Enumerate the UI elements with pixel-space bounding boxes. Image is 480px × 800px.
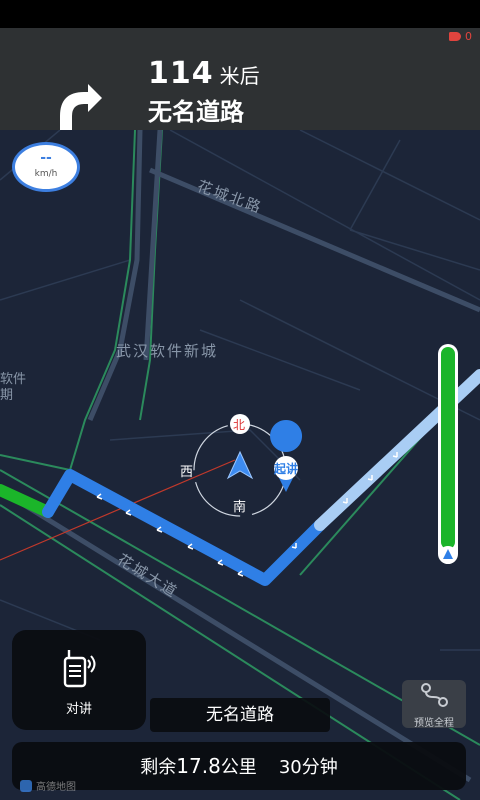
distance-value: 114: [148, 56, 214, 91]
preview-route-button[interactable]: 预览全程: [402, 680, 466, 729]
remaining-prefix: 剩余: [140, 757, 177, 778]
trip-summary-bar[interactable]: 剩余 17.8 公里 30分钟: [12, 742, 466, 790]
alert-indicator[interactable]: 0: [449, 30, 472, 43]
brand-watermark: 高德地图: [20, 778, 76, 793]
alert-count: 0: [465, 30, 472, 43]
current-road-name: 无名道路: [150, 698, 330, 732]
status-bar: [0, 0, 480, 28]
compass-south: 南: [233, 500, 247, 515]
next-road-name: 无名道路: [148, 98, 244, 126]
remaining-time: 30分钟: [278, 757, 338, 778]
intercom-label: 对讲: [65, 702, 92, 717]
speed-unit: km/h: [34, 169, 58, 179]
brand-logo-icon: [20, 779, 32, 792]
edge-label-2: 期: [0, 388, 14, 403]
route-progress-fill: [441, 347, 455, 549]
remaining-distance-value: 17.8: [176, 754, 221, 778]
intercom-button[interactable]: 对讲: [12, 630, 146, 730]
alert-icon: [449, 32, 461, 41]
route-overview-icon: [421, 683, 448, 707]
speed-value: --: [40, 150, 52, 166]
remaining-distance-unit: 公里: [220, 757, 257, 778]
speed-indicator: -- km/h: [12, 142, 80, 192]
distance-readout: 114 米后: [148, 56, 260, 91]
preview-route-label: 预览全程: [414, 718, 454, 729]
destination-marker-label: 起讲: [274, 462, 299, 476]
district-label: 武汉软件新城: [116, 342, 219, 360]
distance-unit: 米后: [219, 64, 260, 88]
compass-west: 西: [180, 465, 194, 480]
remaining-distance: 剩余 17.8 公里: [140, 753, 257, 779]
compass-north: 北: [233, 418, 246, 432]
walkie-talkie-icon: [63, 650, 96, 688]
brand-name: 高德地图: [36, 782, 76, 793]
navigation-screen: 0 114 米后 无名道路 北 西 南 起讲 花城北路 武汉软件新城 花城大道 …: [0, 0, 480, 800]
route-progress-bar: [438, 344, 458, 564]
